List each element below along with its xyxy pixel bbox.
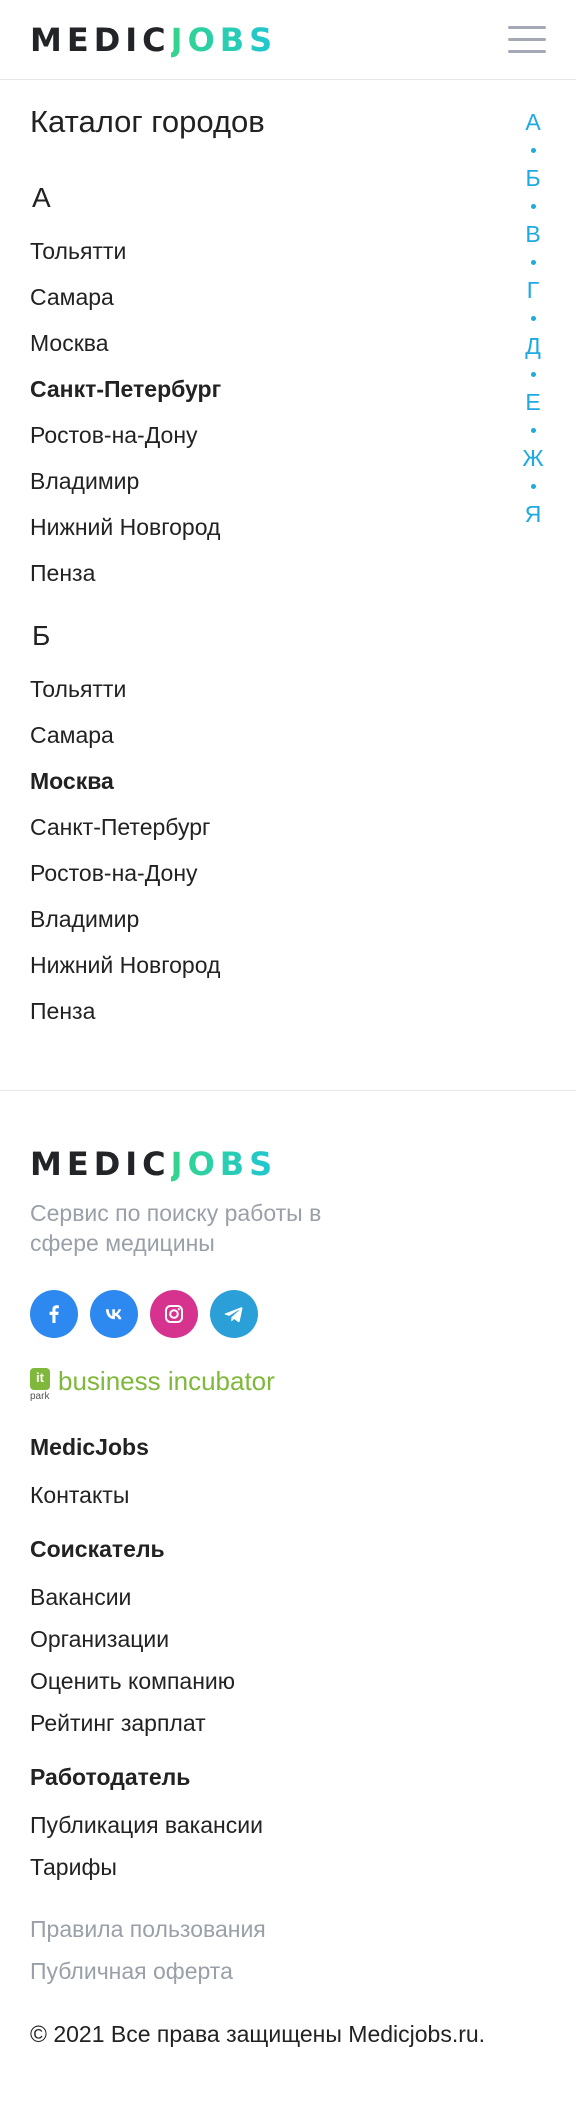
it-park-caption: park (30, 1391, 50, 1402)
footer-link-tariffs[interactable]: Тарифы (30, 1852, 117, 1882)
alphabet-letter-zh[interactable]: Ж (516, 444, 550, 472)
footer-heading-employer: Работодатель (30, 1764, 191, 1790)
city-link[interactable]: Тольятти (30, 236, 126, 266)
city-link[interactable]: Пенза (30, 996, 95, 1026)
section-letter-a: А (32, 182, 51, 213)
logo-jobs-text: JOBS (170, 21, 278, 59)
top-header: MEDICJOBS (0, 0, 576, 80)
burger-line (508, 38, 546, 41)
it-park-icon: it (30, 1368, 50, 1390)
footer-link-contacts[interactable]: Контакты (30, 1480, 129, 1510)
alphabet-separator-dot (531, 148, 536, 153)
city-link[interactable]: Нижний Новгород (30, 512, 220, 542)
city-link[interactable]: Самара (30, 282, 114, 312)
footer-link-post-vacancy[interactable]: Публикация вакансии (30, 1810, 263, 1840)
city-link[interactable]: Санкт-Петербург (30, 812, 210, 842)
logo-medic-text: MEDIC (30, 21, 171, 59)
alphabet-separator-dot (531, 428, 536, 433)
city-link[interactable]: Нижний Новгород (30, 950, 220, 980)
alphabet-letter-ya[interactable]: Я (516, 500, 550, 528)
page-title: Каталог городов (30, 104, 265, 139)
footer-link-rate-company[interactable]: Оценить компанию (30, 1666, 235, 1696)
alphabet-letter-v[interactable]: В (516, 220, 550, 248)
hamburger-menu-icon[interactable] (508, 24, 546, 56)
footer-logo-jobs-text: JOBS (170, 1145, 278, 1183)
footer-tagline: Сервис по поиску работы в сфере медицины (30, 1200, 322, 1256)
city-link[interactable]: Тольятти (30, 674, 126, 704)
alphabet-separator-dot (531, 316, 536, 321)
footer-link-public-offer[interactable]: Публичная оферта (30, 1956, 233, 1986)
alphabet-separator-dot (531, 204, 536, 209)
burger-line (508, 50, 546, 53)
alphabet-separator-dot (531, 484, 536, 489)
telegram-icon[interactable] (210, 1290, 258, 1338)
alphabet-separator-dot (531, 260, 536, 265)
city-link[interactable]: Москва (30, 328, 109, 358)
city-link[interactable]: Ростов-на-Дону (30, 420, 198, 450)
city-link[interactable]: Пенза (30, 558, 95, 588)
alphabet-separator-dot (531, 372, 536, 377)
business-incubator-text: business incubator (58, 1366, 275, 1396)
city-link-active[interactable]: Санкт-Петербург (30, 374, 221, 404)
vk-icon[interactable] (90, 1290, 138, 1338)
footer-heading-medicjobs: MedicJobs (30, 1434, 149, 1460)
city-link[interactable]: Владимир (30, 466, 139, 496)
footer-link-vacancies[interactable]: Вакансии (30, 1582, 131, 1612)
city-link-active[interactable]: Москва (30, 766, 114, 796)
footer-link-terms-of-use[interactable]: Правила пользования (30, 1914, 266, 1944)
footer-logo[interactable]: MEDICJOBS (30, 1146, 277, 1182)
business-incubator-logo[interactable]: it park business incubator (30, 1366, 330, 1402)
alphabet-letter-e[interactable]: Е (516, 388, 550, 416)
city-link[interactable]: Ростов-на-Дону (30, 858, 198, 888)
footer-link-salary-rating[interactable]: Рейтинг зарплат (30, 1708, 206, 1738)
city-link[interactable]: Владимир (30, 904, 139, 934)
footer-divider (0, 1090, 576, 1091)
footer-heading-seeker: Соискатель (30, 1536, 165, 1562)
site-logo[interactable]: MEDICJOBS (30, 22, 277, 58)
facebook-icon[interactable] (30, 1290, 78, 1338)
footer-copyright: © 2021 Все права защищены Medicjobs.ru. (30, 2021, 486, 2047)
section-letter-b: Б (32, 620, 51, 651)
alphabet-letter-d[interactable]: Д (516, 332, 550, 360)
footer-logo-medic-text: MEDIC (30, 1145, 171, 1183)
city-link[interactable]: Самара (30, 720, 114, 750)
instagram-icon[interactable] (150, 1290, 198, 1338)
alphabet-letter-g[interactable]: Г (516, 276, 550, 304)
alphabet-letter-a[interactable]: А (516, 108, 550, 136)
footer-link-organizations[interactable]: Организации (30, 1624, 169, 1654)
alphabet-letter-b[interactable]: Б (516, 164, 550, 192)
burger-line (508, 26, 546, 29)
